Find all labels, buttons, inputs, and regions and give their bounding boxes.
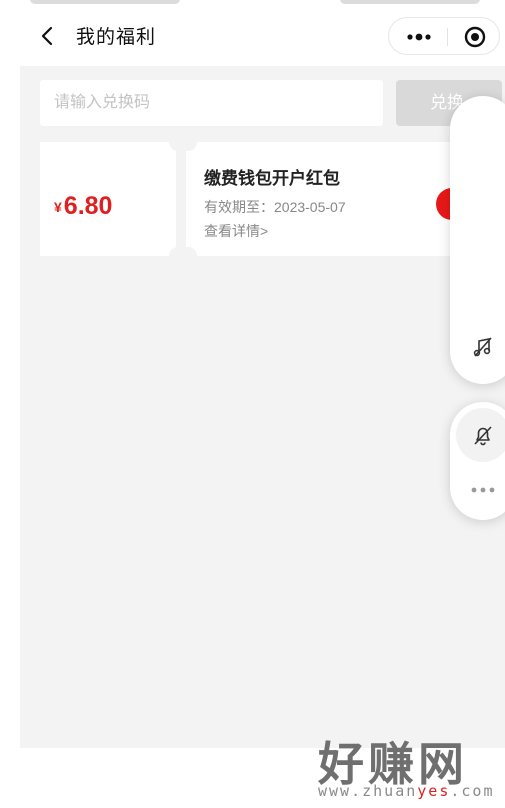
- more-horizontal-icon[interactable]: [470, 486, 496, 494]
- coupon-notch: [179, 247, 197, 265]
- mini-program-capsule: [388, 17, 500, 55]
- coupon-expiry: 有效期至：2023-05-07: [204, 199, 346, 215]
- coupon-notch: [179, 133, 197, 151]
- coupon-amount: ¥6.80: [54, 192, 112, 221]
- coupon-amount-panel: ¥6.80: [40, 142, 176, 256]
- content-area: 兑换 ¥6.80 缴费钱包开户红包 有效期至：2023-05-07 查看详情> …: [20, 66, 505, 800]
- coupon-title: 缴费钱包开户红包: [204, 169, 340, 188]
- coupon-card[interactable]: ¥6.80 缴费钱包开户红包 有效期至：2023-05-07 查看详情>: [40, 133, 505, 265]
- status-bar-blur: [30, 0, 180, 4]
- floating-panel-top: [450, 96, 505, 384]
- target-circle-icon[interactable]: [457, 24, 493, 50]
- watermark: 好赚网 www.zhuanyes.com: [314, 728, 505, 808]
- more-dots-icon[interactable]: [399, 24, 439, 50]
- mute-button[interactable]: [456, 408, 505, 462]
- amount-value: 6.80: [63, 192, 113, 220]
- watermark-url: www.zhuanyes.com: [318, 782, 495, 800]
- chevron-left-icon[interactable]: [36, 24, 60, 48]
- music-off-icon[interactable]: [472, 336, 494, 358]
- redeem-code-input[interactable]: [40, 80, 383, 126]
- coupon-detail-link[interactable]: 查看详情>: [204, 221, 268, 241]
- page-title: 我的福利: [76, 27, 157, 48]
- bell-off-icon: [474, 426, 492, 446]
- currency-symbol: ¥: [54, 199, 62, 215]
- floating-panel-bottom: [450, 402, 505, 520]
- capsule-divider: [447, 28, 448, 46]
- nav-header: 我的福利: [0, 6, 505, 66]
- status-bar-blur: [340, 0, 480, 4]
